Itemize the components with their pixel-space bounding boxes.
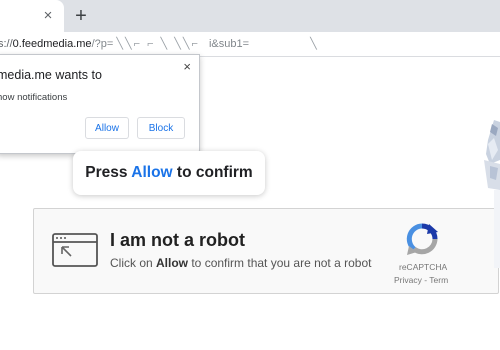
permission-title: media.me wants to	[0, 68, 102, 82]
press-allow-prompt: Press Allow to confirm	[73, 151, 265, 195]
captcha-sub-bold: Allow	[156, 256, 189, 270]
tab-strip: × +	[0, 0, 500, 32]
prompt-allow-word: Allow	[131, 164, 173, 181]
captcha-sub-after: to confirm that you are not a robot	[188, 256, 372, 270]
url-garbled-text: ╲╲⌐ ⌐ ╲ ╲╲⌐	[116, 38, 200, 50]
close-icon[interactable]: ×	[183, 60, 191, 74]
prompt-text-after: to confirm	[172, 164, 253, 181]
recaptcha-logo-icon	[406, 223, 438, 255]
recaptcha-links: Privacy - Term	[394, 275, 448, 285]
url-query: i&sub1=	[208, 38, 250, 50]
new-tab-button[interactable]: +	[70, 5, 92, 27]
url-protocol: s://	[0, 38, 13, 50]
url-path: /?p=	[91, 38, 114, 50]
terms-link[interactable]: Term	[429, 275, 448, 285]
tab-close-icon[interactable]: ×	[40, 8, 56, 24]
allow-button[interactable]: Allow	[85, 117, 129, 139]
url-garbled-text-2: ╲	[310, 38, 319, 50]
address-bar[interactable]: s://0.feedmedia.me/?p= ╲╲⌐ ⌐ ╲ ╲╲⌐ i&sub…	[0, 34, 500, 54]
fake-captcha-box: I am not a robot Click on Allow to confi…	[33, 208, 499, 294]
recaptcha-brand: reCAPTCHA	[399, 262, 448, 272]
captcha-sub-before: Click on	[110, 256, 157, 270]
browser-window-icon	[52, 233, 98, 267]
privacy-link[interactable]: Privacy	[394, 275, 422, 285]
notification-permission-popup: media.me wants to how notifications × Al…	[0, 54, 200, 154]
prompt-text-before: Press	[85, 164, 132, 181]
captcha-title: I am not a robot	[110, 230, 245, 250]
block-button[interactable]: Block	[137, 117, 185, 139]
browser-tab[interactable]: ×	[0, 0, 64, 32]
url-host: 0.feedmedia.me	[12, 38, 92, 50]
robot-illustration-icon	[484, 120, 500, 268]
captcha-subtitle: Click on Allow to confirm that you are n…	[110, 256, 371, 270]
permission-description: how notifications	[0, 92, 68, 103]
